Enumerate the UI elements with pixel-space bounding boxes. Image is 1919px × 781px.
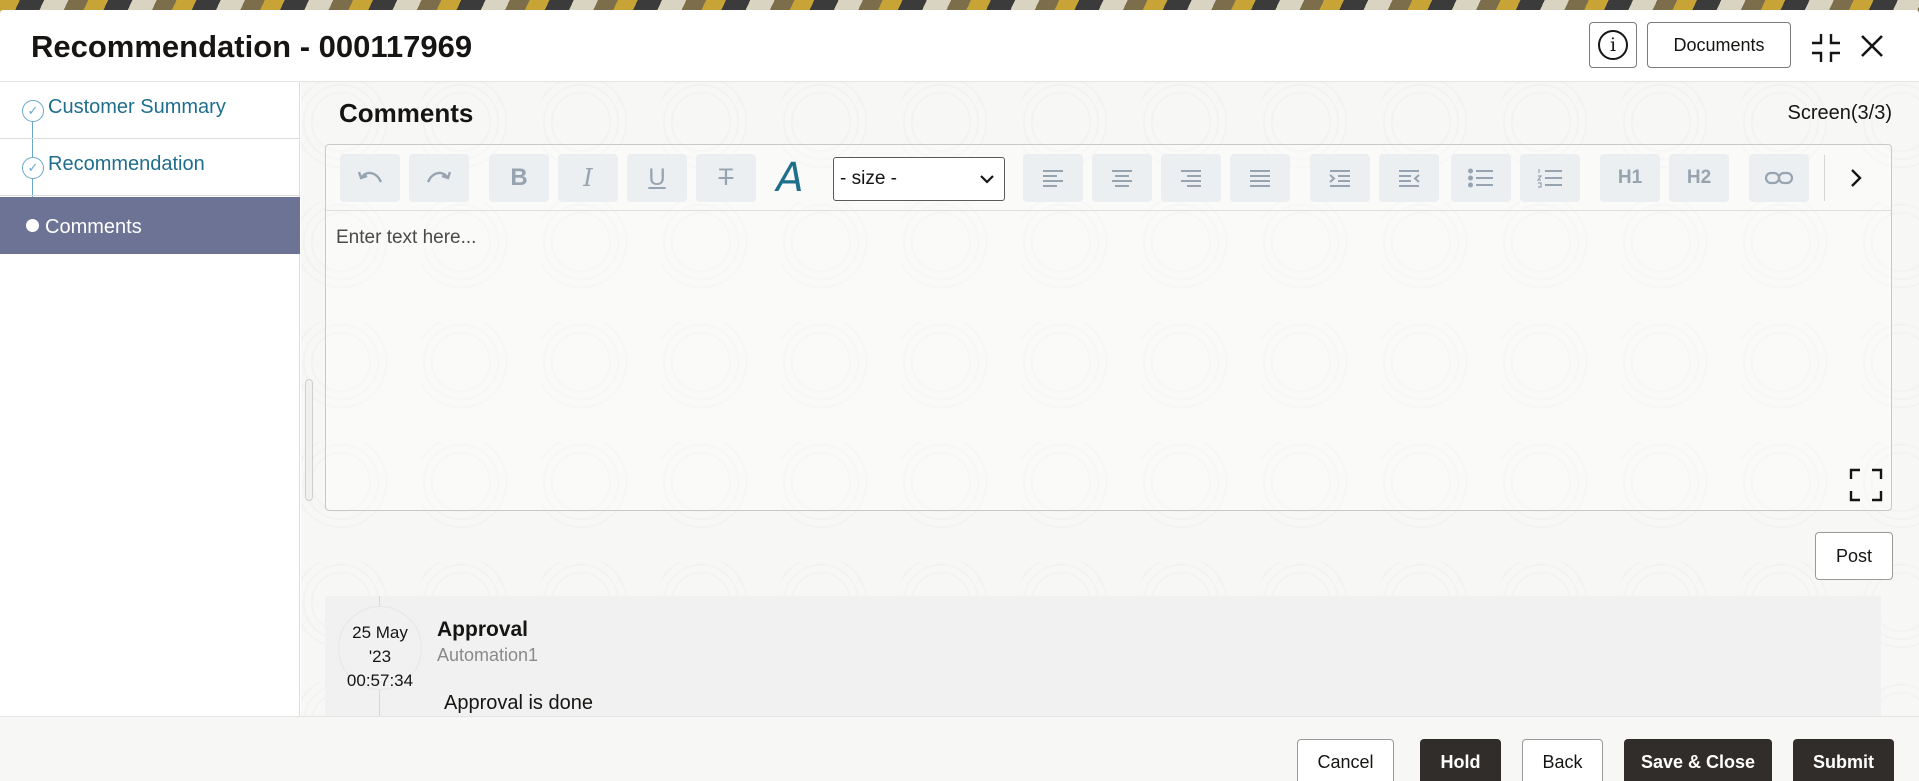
strikethrough-icon[interactable]: T [696, 154, 756, 202]
h2-icon[interactable]: H2 [1669, 154, 1729, 202]
justify-icon[interactable] [1230, 154, 1290, 202]
sidebar: ✓ Customer Summary ✓ Recommendation Comm… [0, 82, 300, 716]
comment-date: 25 May '23 00:57:34 [338, 606, 422, 690]
sidebar-item-customer-summary[interactable]: ✓ Customer Summary [0, 82, 300, 139]
sidebar-item-recommendation[interactable]: ✓ Recommendation [0, 139, 300, 196]
chevron-right-icon[interactable] [1828, 154, 1884, 202]
h1-icon[interactable]: H1 [1600, 154, 1660, 202]
screen-counter: Screen(3/3) [1787, 102, 1893, 124]
modal-header: Recommendation - 000117969 i Documents [0, 10, 1919, 82]
comment-date-year: '23 [368, 647, 392, 666]
undo-icon[interactable] [340, 154, 400, 202]
toolbar-divider [1824, 155, 1825, 201]
minimize-icon[interactable] [1810, 32, 1842, 64]
footer-actions: Cancel Hold Back Save & Close Submit [0, 716, 1919, 781]
chevron-down-icon [980, 175, 994, 184]
font-size-select[interactable]: - size - [833, 157, 1005, 201]
page-title: Recommendation - 000117969 [31, 29, 473, 64]
section-title: Comments [339, 98, 474, 128]
bold-icon[interactable]: B [489, 154, 549, 202]
bullet-list-icon[interactable] [1451, 154, 1511, 202]
submit-button[interactable]: Submit [1793, 739, 1894, 781]
rich-text-editor: B I U T A - size - H1 H2 Enter text here… [325, 144, 1892, 511]
cancel-button[interactable]: Cancel [1297, 739, 1394, 781]
indent-icon[interactable] [1310, 154, 1370, 202]
editor-text-area[interactable]: Enter text here... [336, 227, 476, 249]
comment-title: Approval [437, 618, 529, 641]
check-circle-icon: ✓ [22, 157, 44, 179]
comment-date-day: 25 May [352, 623, 408, 642]
outdent-icon[interactable] [1379, 154, 1439, 202]
redo-icon[interactable] [409, 154, 469, 202]
comment-text: Approval is done [444, 692, 593, 714]
comment-item: 25 May '23 00:57:34 Approval Automation1… [325, 596, 1881, 716]
comment-user: Automation1 [437, 645, 539, 665]
font-color-icon[interactable]: A [765, 154, 815, 202]
scrollbar-thumb[interactable] [305, 379, 313, 501]
active-dot-icon [26, 219, 39, 232]
underline-icon[interactable]: U [627, 154, 687, 202]
align-center-icon[interactable] [1092, 154, 1152, 202]
hold-button[interactable]: Hold [1420, 739, 1501, 781]
sidebar-item-label: Recommendation [48, 153, 205, 175]
info-icon: i [1598, 30, 1628, 60]
link-icon[interactable] [1749, 154, 1809, 202]
comment-time: 00:57:34 [346, 671, 414, 690]
back-button[interactable]: Back [1522, 739, 1603, 781]
close-icon[interactable] [1858, 32, 1886, 60]
font-size-value: - size - [840, 168, 897, 189]
sidebar-item-label: Comments [45, 216, 142, 238]
numbered-list-icon[interactable] [1520, 154, 1580, 202]
post-button[interactable]: Post [1815, 532, 1893, 580]
sidebar-item-comments[interactable]: Comments [0, 197, 300, 254]
save-close-button[interactable]: Save & Close [1624, 739, 1772, 781]
documents-button[interactable]: Documents [1647, 22, 1791, 68]
recommendation-modal: Recommendation - 000117969 i Documents ✓… [0, 10, 1919, 781]
info-button[interactable]: i [1589, 22, 1637, 68]
editor-toolbar: B I U T A - size - H1 H2 [326, 145, 1891, 211]
align-right-icon[interactable] [1161, 154, 1221, 202]
check-circle-icon: ✓ [22, 100, 44, 122]
sidebar-item-label: Customer Summary [48, 96, 226, 118]
italic-icon[interactable]: I [558, 154, 618, 202]
align-left-icon[interactable] [1023, 154, 1083, 202]
expand-icon[interactable] [1849, 468, 1883, 502]
main-content: Comments Screen(3/3) B I U T A - size - [301, 82, 1919, 716]
